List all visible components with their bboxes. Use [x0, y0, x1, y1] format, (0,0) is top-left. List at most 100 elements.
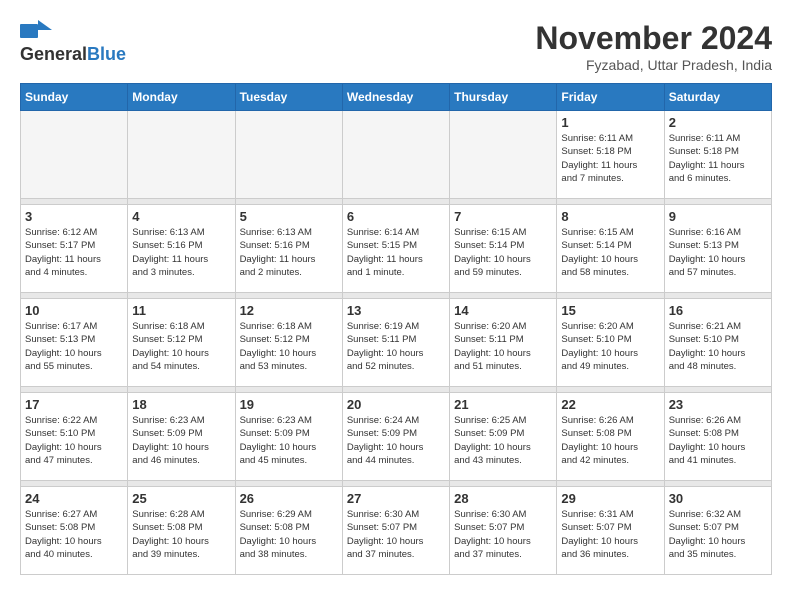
- calendar-cell: 10 Sunrise: 6:17 AMSunset: 5:13 PMDayligh…: [21, 299, 128, 387]
- calendar-cell: 1 Sunrise: 6:11 AMSunset: 5:18 PMDaylight…: [557, 111, 664, 199]
- calendar-cell: 16 Sunrise: 6:21 AMSunset: 5:10 PMDayligh…: [664, 299, 771, 387]
- day-number: 24: [25, 491, 123, 506]
- day-info: Sunrise: 6:31 AMSunset: 5:07 PMDaylight:…: [561, 508, 659, 561]
- day-info: Sunrise: 6:26 AMSunset: 5:08 PMDaylight:…: [669, 414, 767, 467]
- day-number: 26: [240, 491, 338, 506]
- day-number: 7: [454, 209, 552, 224]
- location: Fyzabad, Uttar Pradesh, India: [535, 57, 772, 73]
- day-info: Sunrise: 6:15 AMSunset: 5:14 PMDaylight:…: [561, 226, 659, 279]
- calendar-cell: 4 Sunrise: 6:13 AMSunset: 5:16 PMDaylight…: [128, 205, 235, 293]
- calendar-cell: 21Sunrise: 6:25 AMSunset: 5:09 PMDayligh…: [450, 393, 557, 481]
- day-info: Sunrise: 6:30 AMSunset: 5:07 PMDaylight:…: [454, 508, 552, 561]
- weekday-header-wednesday: Wednesday: [342, 84, 449, 111]
- calendar-cell: 25Sunrise: 6:28 AMSunset: 5:08 PMDayligh…: [128, 487, 235, 575]
- day-info: Sunrise: 6:23 AMSunset: 5:09 PMDaylight:…: [132, 414, 230, 467]
- logo-general: General: [20, 44, 87, 65]
- weekday-header-row: SundayMondayTuesdayWednesdayThursdayFrid…: [21, 84, 772, 111]
- month-year: November 2024: [535, 20, 772, 57]
- day-number: 18: [132, 397, 230, 412]
- logo-icon: [20, 20, 52, 42]
- weekday-header-tuesday: Tuesday: [235, 84, 342, 111]
- week-row-1: 1 Sunrise: 6:11 AMSunset: 5:18 PMDaylight…: [21, 111, 772, 199]
- calendar-cell: 9 Sunrise: 6:16 AMSunset: 5:13 PMDaylight…: [664, 205, 771, 293]
- day-number: 20: [347, 397, 445, 412]
- calendar-table: SundayMondayTuesdayWednesdayThursdayFrid…: [20, 83, 772, 575]
- calendar-cell: 13 Sunrise: 6:19 AMSunset: 5:11 PMDayligh…: [342, 299, 449, 387]
- day-info: Sunrise: 6:21 AMSunset: 5:10 PMDaylight:…: [669, 320, 767, 373]
- calendar-cell: [450, 111, 557, 199]
- calendar-cell: 30Sunrise: 6:32 AMSunset: 5:07 PMDayligh…: [664, 487, 771, 575]
- calendar-cell: [342, 111, 449, 199]
- calendar-cell: 23Sunrise: 6:26 AMSunset: 5:08 PMDayligh…: [664, 393, 771, 481]
- day-info: Sunrise: 6:14 AMSunset: 5:15 PMDaylight:…: [347, 226, 445, 279]
- day-info: Sunrise: 6:17 AMSunset: 5:13 PMDaylight:…: [25, 320, 123, 373]
- day-number: 13: [347, 303, 445, 318]
- day-number: 4: [132, 209, 230, 224]
- day-number: 12: [240, 303, 338, 318]
- day-number: 29: [561, 491, 659, 506]
- day-info: Sunrise: 6:30 AMSunset: 5:07 PMDaylight:…: [347, 508, 445, 561]
- day-info: Sunrise: 6:24 AMSunset: 5:09 PMDaylight:…: [347, 414, 445, 467]
- day-info: Sunrise: 6:29 AMSunset: 5:08 PMDaylight:…: [240, 508, 338, 561]
- day-info: Sunrise: 6:18 AMSunset: 5:12 PMDaylight:…: [132, 320, 230, 373]
- day-info: Sunrise: 6:32 AMSunset: 5:07 PMDaylight:…: [669, 508, 767, 561]
- weekday-header-friday: Friday: [557, 84, 664, 111]
- calendar-cell: 8 Sunrise: 6:15 AMSunset: 5:14 PMDaylight…: [557, 205, 664, 293]
- day-number: 1: [561, 115, 659, 130]
- calendar-cell: 11 Sunrise: 6:18 AMSunset: 5:12 PMDayligh…: [128, 299, 235, 387]
- week-row-3: 10 Sunrise: 6:17 AMSunset: 5:13 PMDayligh…: [21, 299, 772, 387]
- day-number: 5: [240, 209, 338, 224]
- day-number: 10: [25, 303, 123, 318]
- day-number: 8: [561, 209, 659, 224]
- calendar-cell: 20 Sunrise: 6:24 AMSunset: 5:09 PMDayligh…: [342, 393, 449, 481]
- day-info: Sunrise: 6:16 AMSunset: 5:13 PMDaylight:…: [669, 226, 767, 279]
- day-info: Sunrise: 6:12 AMSunset: 5:17 PMDaylight:…: [25, 226, 123, 279]
- calendar-cell: 19 Sunrise: 6:23 AMSunset: 5:09 PMDayligh…: [235, 393, 342, 481]
- day-info: Sunrise: 6:20 AMSunset: 5:10 PMDaylight:…: [561, 320, 659, 373]
- day-number: 28: [454, 491, 552, 506]
- calendar-cell: 18 Sunrise: 6:23 AMSunset: 5:09 PMDayligh…: [128, 393, 235, 481]
- day-number: 15: [561, 303, 659, 318]
- day-info: Sunrise: 6:23 AMSunset: 5:09 PMDaylight:…: [240, 414, 338, 467]
- calendar-cell: 15 Sunrise: 6:20 AMSunset: 5:10 PMDayligh…: [557, 299, 664, 387]
- day-info: Sunrise: 6:22 AMSunset: 5:10 PMDaylight:…: [25, 414, 123, 467]
- calendar-cell: 27 Sunrise: 6:30 AMSunset: 5:07 PMDayligh…: [342, 487, 449, 575]
- day-info: Sunrise: 6:11 AMSunset: 5:18 PMDaylight:…: [561, 132, 659, 185]
- calendar-cell: [128, 111, 235, 199]
- day-number: 11: [132, 303, 230, 318]
- day-info: Sunrise: 6:19 AMSunset: 5:11 PMDaylight:…: [347, 320, 445, 373]
- weekday-header-thursday: Thursday: [450, 84, 557, 111]
- day-number: 9: [669, 209, 767, 224]
- week-row-4: 17 Sunrise: 6:22 AMSunset: 5:10 PMDayligh…: [21, 393, 772, 481]
- day-number: 14: [454, 303, 552, 318]
- calendar-cell: [21, 111, 128, 199]
- day-info: Sunrise: 6:27 AMSunset: 5:08 PMDaylight:…: [25, 508, 123, 561]
- day-number: 21: [454, 397, 552, 412]
- day-info: Sunrise: 6:26 AMSunset: 5:08 PMDaylight:…: [561, 414, 659, 467]
- day-number: 2: [669, 115, 767, 130]
- logo: General Blue: [20, 20, 126, 65]
- day-info: Sunrise: 6:15 AMSunset: 5:14 PMDaylight:…: [454, 226, 552, 279]
- day-info: Sunrise: 6:18 AMSunset: 5:12 PMDaylight:…: [240, 320, 338, 373]
- day-number: 6: [347, 209, 445, 224]
- day-number: 3: [25, 209, 123, 224]
- day-number: 19: [240, 397, 338, 412]
- calendar-cell: 3 Sunrise: 6:12 AMSunset: 5:17 PMDaylight…: [21, 205, 128, 293]
- calendar-cell: 29 Sunrise: 6:31 AMSunset: 5:07 PMDayligh…: [557, 487, 664, 575]
- day-info: Sunrise: 6:13 AMSunset: 5:16 PMDaylight:…: [132, 226, 230, 279]
- calendar-cell: 7 Sunrise: 6:15 AMSunset: 5:14 PMDaylight…: [450, 205, 557, 293]
- day-info: Sunrise: 6:11 AMSunset: 5:18 PMDaylight:…: [669, 132, 767, 185]
- day-number: 17: [25, 397, 123, 412]
- day-number: 27: [347, 491, 445, 506]
- calendar-cell: 2 Sunrise: 6:11 AMSunset: 5:18 PMDaylight…: [664, 111, 771, 199]
- calendar-cell: 28 Sunrise: 6:30 AMSunset: 5:07 PMDayligh…: [450, 487, 557, 575]
- day-number: 16: [669, 303, 767, 318]
- week-row-2: 3 Sunrise: 6:12 AMSunset: 5:17 PMDaylight…: [21, 205, 772, 293]
- weekday-header-saturday: Saturday: [664, 84, 771, 111]
- day-number: 22: [561, 397, 659, 412]
- calendar-cell: 6 Sunrise: 6:14 AMSunset: 5:15 PMDaylight…: [342, 205, 449, 293]
- week-row-5: 24 Sunrise: 6:27 AMSunset: 5:08 PMDayligh…: [21, 487, 772, 575]
- calendar-cell: 12 Sunrise: 6:18 AMSunset: 5:12 PMDayligh…: [235, 299, 342, 387]
- day-info: Sunrise: 6:13 AMSunset: 5:16 PMDaylight:…: [240, 226, 338, 279]
- calendar-cell: 14Sunrise: 6:20 AMSunset: 5:11 PMDayligh…: [450, 299, 557, 387]
